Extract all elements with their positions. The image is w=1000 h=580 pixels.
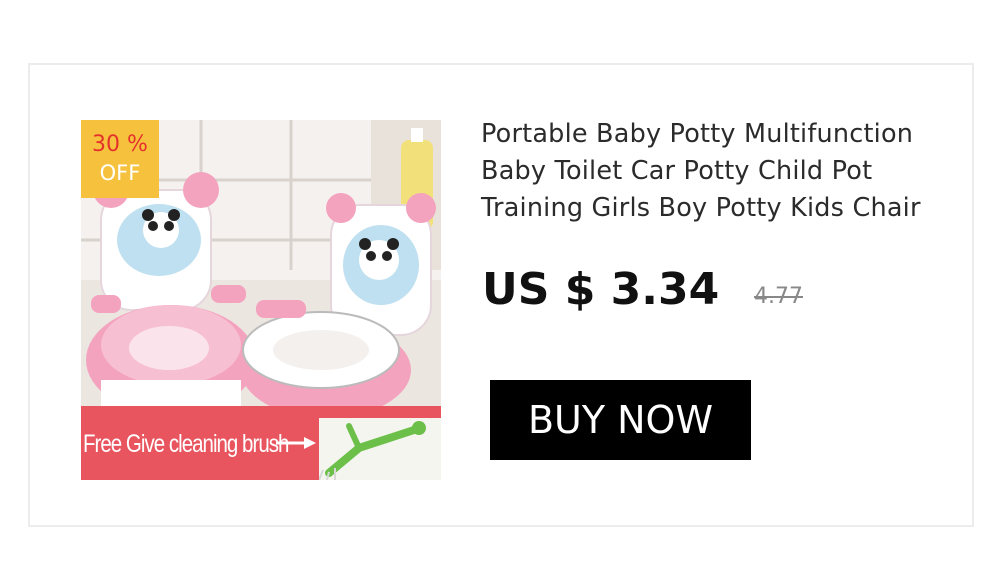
cleaning-brush-photo <box>319 418 441 480</box>
product-image[interactable]: 30 % OFF Free Give cleaning brush <box>81 120 441 480</box>
product-title[interactable]: Portable Baby Potty Multifunction Baby T… <box>481 116 961 227</box>
promo-banner: Free Give cleaning brush <box>81 406 441 480</box>
promo-text: Free Give cleaning brush <box>83 430 289 458</box>
cleaning-brush-icon <box>319 421 426 480</box>
discount-off-label: OFF <box>99 161 141 185</box>
discount-percent: 30 % <box>92 132 148 157</box>
arrow-right-icon <box>276 437 316 449</box>
current-price: US $ 3.34 <box>482 264 720 315</box>
original-price: 4.77 <box>754 284 803 309</box>
buy-now-button[interactable]: BUY NOW <box>490 380 751 460</box>
discount-badge: 30 % OFF <box>81 120 159 198</box>
